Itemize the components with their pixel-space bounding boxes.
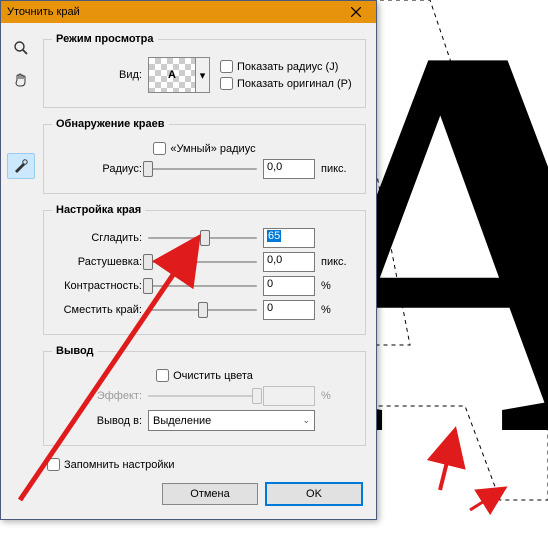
- magnifier-icon: [13, 40, 29, 56]
- swatch-letter: A: [168, 69, 176, 81]
- ok-label: OK: [306, 488, 322, 500]
- smart-radius-checkbox[interactable]: «Умный» радиус: [153, 142, 255, 155]
- contrast-slider[interactable]: [148, 277, 257, 295]
- radius-units: пикс.: [321, 163, 357, 175]
- shift-edge-units: %: [321, 304, 357, 316]
- remember-settings-label: Запомнить настройки: [64, 459, 175, 471]
- effect-units: %: [321, 390, 357, 402]
- cancel-label: Отмена: [190, 488, 229, 500]
- radius-input[interactable]: 0,0: [263, 159, 315, 179]
- adjust-edge-legend: Настройка края: [52, 204, 145, 216]
- close-icon: [351, 7, 361, 17]
- brush-icon: [12, 157, 30, 175]
- shift-edge-slider[interactable]: [148, 301, 257, 319]
- view-preview-dropdown[interactable]: ▾: [196, 57, 210, 93]
- shift-edge-label: Сместить край:: [52, 304, 142, 316]
- radius-slider[interactable]: [148, 160, 257, 178]
- output-to-label: Вывод в:: [52, 415, 142, 427]
- remember-settings-checkbox[interactable]: Запомнить настройки: [47, 458, 175, 471]
- hand-tool[interactable]: [7, 67, 35, 93]
- chevron-down-icon: ⌄: [302, 415, 310, 426]
- ok-button[interactable]: OK: [266, 483, 362, 505]
- feather-slider[interactable]: [148, 253, 257, 271]
- zoom-tool[interactable]: [7, 35, 35, 61]
- adjust-edge-group: Настройка края Сгладить: 65 Растушевка: …: [43, 204, 366, 335]
- output-legend: Вывод: [52, 345, 98, 357]
- edge-detection-group: Обнаружение краев «Умный» радиус Радиус:…: [43, 118, 366, 194]
- effect-label: Эффект:: [52, 390, 142, 402]
- close-button[interactable]: [336, 1, 376, 23]
- view-preview-swatch[interactable]: A: [148, 57, 196, 93]
- shift-edge-input[interactable]: 0: [263, 300, 315, 320]
- smooth-slider[interactable]: [148, 229, 257, 247]
- effect-slider: [148, 387, 257, 405]
- output-to-value: Выделение: [153, 415, 211, 427]
- feather-units: пикс.: [321, 256, 357, 268]
- decontaminate-label: Очистить цвета: [173, 370, 253, 382]
- show-radius-checkbox[interactable]: Показать радиус (J): [220, 60, 352, 73]
- cancel-button[interactable]: Отмена: [162, 483, 258, 505]
- edge-detection-legend: Обнаружение краев: [52, 118, 169, 130]
- feather-input[interactable]: 0,0: [263, 252, 315, 272]
- decontaminate-checkbox[interactable]: Очистить цвета: [156, 369, 253, 382]
- dialog-title: Уточнить край: [7, 6, 80, 18]
- refine-brush-tool[interactable]: [7, 153, 35, 179]
- show-original-checkbox[interactable]: Показать оригинал (P): [220, 77, 352, 90]
- view-label: Вид:: [52, 69, 142, 81]
- smooth-label: Сгладить:: [52, 232, 142, 244]
- contrast-label: Контрастность:: [52, 280, 142, 292]
- smart-radius-label: «Умный» радиус: [170, 143, 255, 155]
- show-radius-label: Показать радиус (J): [237, 61, 338, 73]
- contrast-units: %: [321, 280, 357, 292]
- titlebar[interactable]: Уточнить край: [1, 1, 376, 23]
- hand-icon: [13, 72, 29, 88]
- chevron-down-icon: ▾: [200, 69, 206, 82]
- feather-label: Растушевка:: [52, 256, 142, 268]
- effect-input: [263, 386, 315, 406]
- refine-edge-dialog: Уточнить край Режим просмотра: [0, 0, 377, 520]
- view-mode-legend: Режим просмотра: [52, 33, 158, 45]
- smooth-input[interactable]: 65: [263, 228, 315, 248]
- output-group: Вывод Очистить цвета Эффект: % Вывод в: …: [43, 345, 366, 446]
- radius-label: Радиус:: [52, 163, 142, 175]
- view-mode-group: Режим просмотра Вид: A ▾ Показать радиус…: [43, 33, 366, 108]
- contrast-input[interactable]: 0: [263, 276, 315, 296]
- show-original-label: Показать оригинал (P): [237, 78, 352, 90]
- output-to-select[interactable]: Выделение ⌄: [148, 410, 315, 431]
